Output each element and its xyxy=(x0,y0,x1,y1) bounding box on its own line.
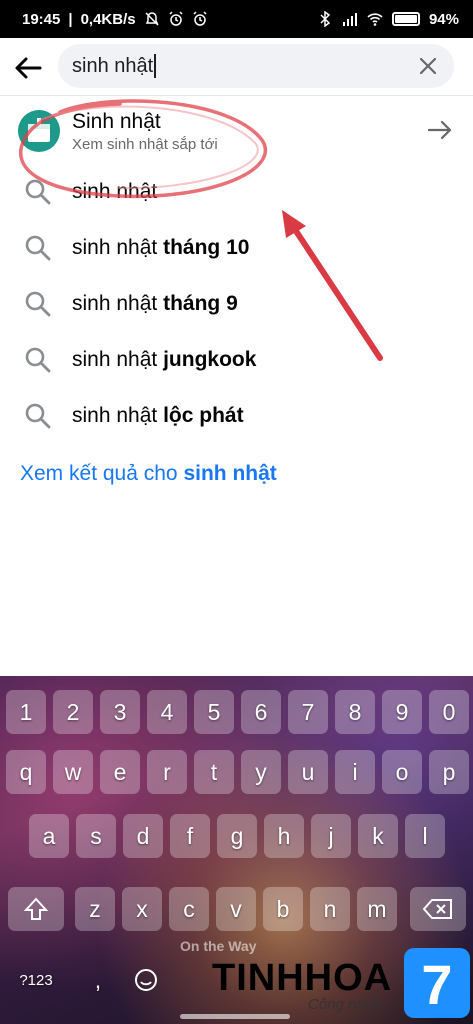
list-item[interactable]: sinh nhật tháng 10 xyxy=(0,220,473,276)
key-row_z-3[interactable]: v xyxy=(216,887,256,931)
key-row_z-5[interactable]: n xyxy=(310,887,350,931)
brand-tagline: Công nghệ xyxy=(308,996,382,1013)
search-header: sinh nhật xyxy=(0,38,473,96)
key-row_q-9[interactable]: p xyxy=(429,750,469,794)
key-row_numbers-8[interactable]: 9 xyxy=(382,690,422,734)
key-row_numbers-0[interactable]: 1 xyxy=(6,690,46,734)
comma-label: , xyxy=(94,966,102,993)
search-results: Sinh nhật Xem sinh nhật sắp tới sinh nhậ… xyxy=(0,96,473,444)
key-row_numbers-9[interactable]: 0 xyxy=(429,690,469,734)
key-row_numbers-6[interactable]: 7 xyxy=(288,690,328,734)
key-row_q-0[interactable]: q xyxy=(6,750,46,794)
key-row_a-2[interactable]: d xyxy=(123,814,163,858)
suggestion-text: sinh nhật tháng 9 xyxy=(72,292,238,315)
list-item[interactable]: sinh nhật xyxy=(0,164,473,220)
key-row_q-7[interactable]: i xyxy=(335,750,375,794)
brand-badge: 7 xyxy=(404,948,470,1018)
key-row_a-6[interactable]: j xyxy=(311,814,351,858)
keyboard-watermark: On the Way xyxy=(180,938,257,954)
status-time: 19:45 xyxy=(22,10,61,28)
status-bar: 19:45 | 0,4KB/s 94% xyxy=(0,0,473,38)
key-row_a-7[interactable]: k xyxy=(358,814,398,858)
key-row_numbers-5[interactable]: 6 xyxy=(241,690,281,734)
key-row_z-4[interactable]: b xyxy=(263,887,303,931)
key-row_q-5[interactable]: y xyxy=(241,750,281,794)
status-separator: | xyxy=(68,10,73,28)
key-row_a-3[interactable]: f xyxy=(170,814,210,858)
back-arrow-icon[interactable] xyxy=(12,52,44,84)
key-row_z-6[interactable]: m xyxy=(357,887,397,931)
bell-off-icon xyxy=(145,12,159,26)
suggestion-text: sinh nhật xyxy=(72,180,158,203)
bluetooth-icon xyxy=(320,11,331,27)
arrow-right-icon xyxy=(427,120,452,140)
key-row_a-1[interactable]: s xyxy=(76,814,116,858)
svg-text:7: 7 xyxy=(421,953,452,1016)
search-icon xyxy=(25,179,51,205)
symbols-key[interactable]: ?123 xyxy=(8,958,64,1002)
key-row_q-2[interactable]: e xyxy=(100,750,140,794)
top-result-birthdays[interactable]: Sinh nhật Xem sinh nhật sắp tới xyxy=(0,96,473,164)
search-query-text: sinh nhật xyxy=(72,54,154,77)
top-result-title: Sinh nhật xyxy=(72,110,161,133)
status-net-speed: 0,4KB/s xyxy=(80,10,136,28)
key-row_numbers-4[interactable]: 5 xyxy=(194,690,234,734)
top-result-subtitle: Xem sinh nhật sắp tới xyxy=(72,136,218,153)
key-row_q-1[interactable]: w xyxy=(53,750,93,794)
close-icon[interactable] xyxy=(416,54,440,78)
key-row_a-4[interactable]: g xyxy=(217,814,257,858)
key-row_q-4[interactable]: t xyxy=(194,750,234,794)
shift-icon xyxy=(23,897,49,920)
list-item[interactable]: sinh nhật lộc phát xyxy=(0,388,473,444)
wifi-icon xyxy=(367,13,383,26)
search-input[interactable]: sinh nhật xyxy=(58,44,454,88)
gesture-nav-bar xyxy=(180,1014,290,1019)
key-row_a-0[interactable]: a xyxy=(29,814,69,858)
backspace-key[interactable] xyxy=(410,887,466,931)
see-all-results-link[interactable]: Xem kết quả cho sinh nhật xyxy=(20,462,277,486)
brand-badge-icon: 7 xyxy=(421,953,452,1016)
battery-level: 94% xyxy=(428,10,459,28)
key-row_numbers-3[interactable]: 4 xyxy=(147,690,187,734)
search-icon xyxy=(25,235,51,261)
key-row_numbers-1[interactable]: 2 xyxy=(53,690,93,734)
suggestion-text: sinh nhật lộc phát xyxy=(72,404,244,427)
shift-key[interactable] xyxy=(8,887,64,931)
search-icon xyxy=(25,347,51,373)
alarm-icon xyxy=(193,11,207,26)
emoji-icon xyxy=(135,969,157,991)
text-caret xyxy=(154,54,156,78)
key-row_q-3[interactable]: r xyxy=(147,750,187,794)
brand-logo-text: TINHHOA xyxy=(212,957,393,999)
comma-key[interactable]: , xyxy=(76,958,120,1002)
key-row_q-6[interactable]: u xyxy=(288,750,328,794)
list-item[interactable]: sinh nhật jungkook xyxy=(0,332,473,388)
list-item[interactable]: sinh nhật tháng 9 xyxy=(0,276,473,332)
key-row_numbers-2[interactable]: 3 xyxy=(100,690,140,734)
signal-icon xyxy=(342,13,357,26)
search-icon xyxy=(25,291,51,317)
suggestion-list: sinh nhật sinh nhật tháng 10 sinh nhật t… xyxy=(0,164,473,444)
birthday-app-icon xyxy=(18,110,60,152)
suggestion-text: sinh nhật jungkook xyxy=(72,348,257,371)
key-row_a-8[interactable]: l xyxy=(405,814,445,858)
search-icon xyxy=(25,403,51,429)
alarm-icon xyxy=(169,11,183,26)
backspace-icon xyxy=(423,899,452,919)
battery-icon xyxy=(391,12,420,26)
key-row_q-8[interactable]: o xyxy=(382,750,422,794)
key-row_z-1[interactable]: x xyxy=(122,887,162,931)
suggestion-text: sinh nhật tháng 10 xyxy=(72,236,250,259)
emoji-key[interactable] xyxy=(124,958,168,1002)
key-row_numbers-7[interactable]: 8 xyxy=(335,690,375,734)
key-row_a-5[interactable]: h xyxy=(264,814,304,858)
key-row_z-2[interactable]: c xyxy=(169,887,209,931)
key-row_z-0[interactable]: z xyxy=(75,887,115,931)
